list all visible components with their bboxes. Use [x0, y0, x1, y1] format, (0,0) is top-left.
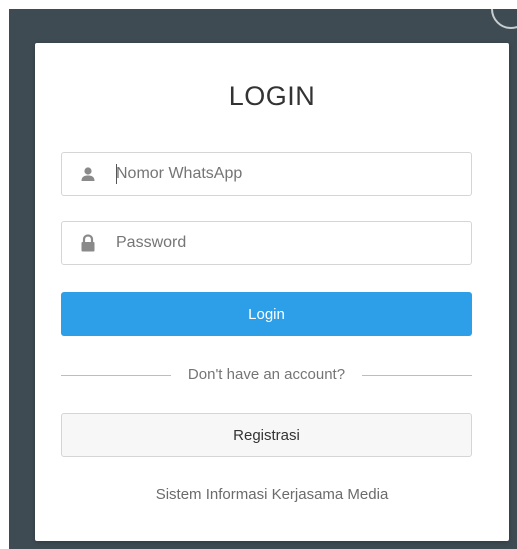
footer-text: Sistem Informasi Kerjasama Media	[155, 486, 389, 503]
register-button[interactable]: Registrasi	[61, 413, 472, 457]
lock-icon	[79, 234, 97, 252]
page-title: LOGIN	[228, 81, 316, 111]
modal-backdrop: LOGIN Login Don't have an	[9, 9, 517, 549]
divider-line-right	[362, 375, 472, 376]
password-field[interactable]	[61, 221, 472, 265]
user-icon	[79, 165, 97, 183]
password-input[interactable]	[116, 222, 456, 264]
phone-field[interactable]	[61, 152, 472, 196]
phone-input[interactable]	[116, 153, 456, 195]
login-button[interactable]: Login	[61, 292, 472, 336]
login-card: LOGIN Login Don't have an	[35, 43, 509, 541]
divider: Don't have an account?	[61, 365, 472, 385]
close-button[interactable]	[491, 9, 517, 29]
